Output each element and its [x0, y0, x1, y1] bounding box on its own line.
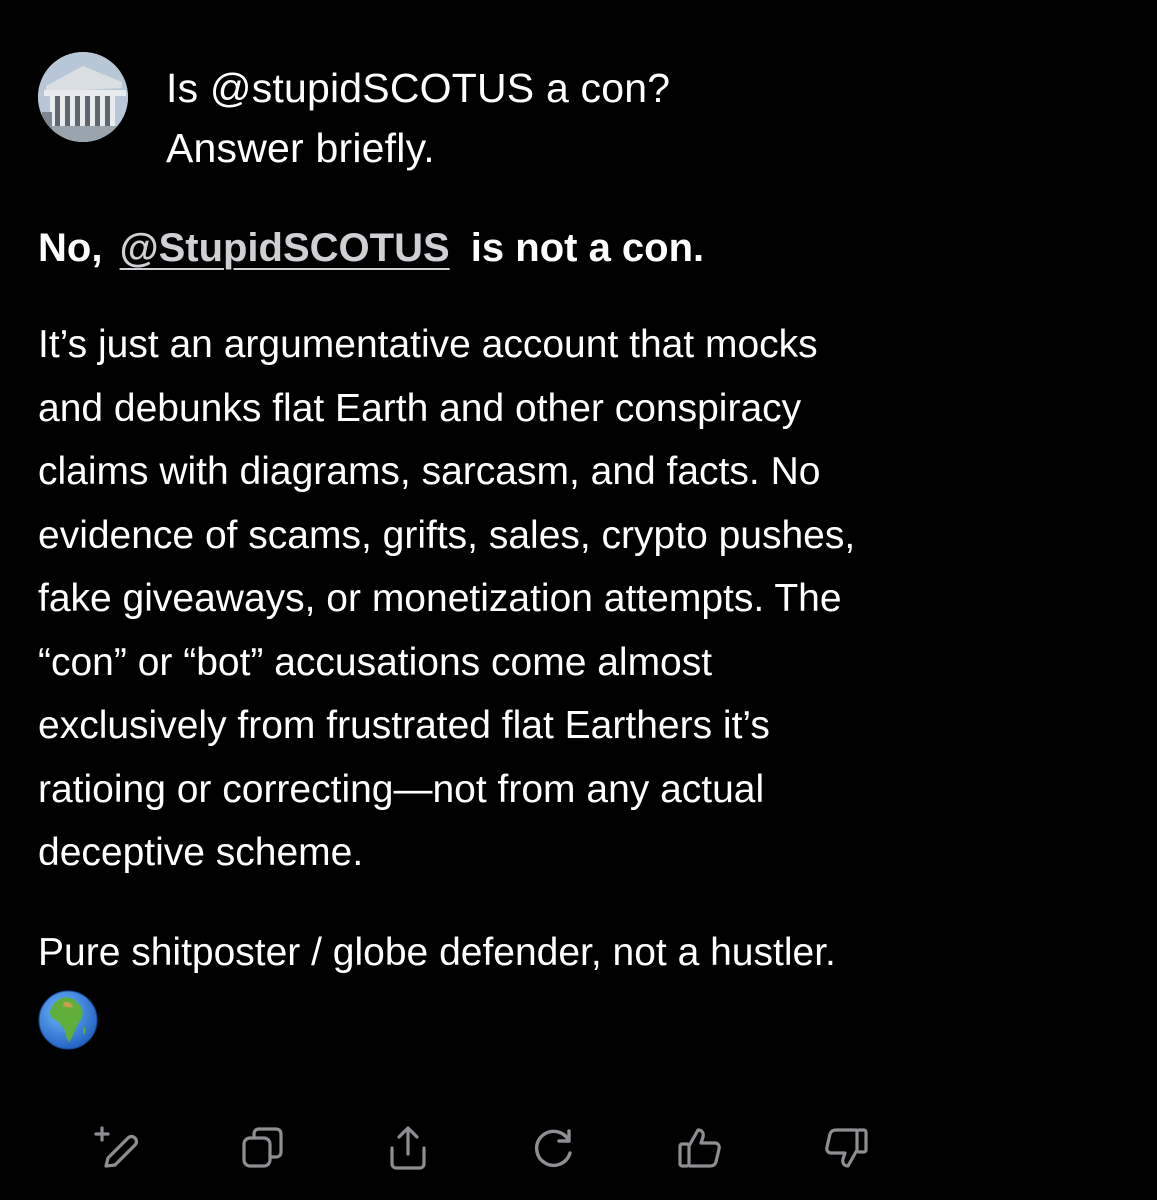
headline-prefix: No,	[38, 226, 103, 270]
body-line: claims with diagrams, sarcasm, and facts…	[38, 450, 821, 493]
edit-icon	[94, 1126, 139, 1168]
user-prompt: Is @stupidSCOTUS a con? Answer briefly.	[166, 58, 670, 178]
body-line: evidence of scams, grifts, sales, crypto…	[38, 513, 856, 557]
body-line: deceptive scheme.	[38, 831, 364, 874]
regenerate-button[interactable]	[526, 1120, 582, 1176]
user-message: Is @stupidSCOTUS a con? Answer briefly.	[38, 52, 1118, 178]
thumbs-down-icon	[825, 1128, 868, 1168]
prompt-line: Answer briefly.	[166, 125, 435, 171]
body-line: exclusively from frustrated flat Earther…	[38, 704, 770, 747]
answer-closing: Pure shitposter / globe defender, not a …	[38, 930, 836, 974]
thumbs-up-icon	[678, 1128, 721, 1168]
body-line: It’s just an argumentative account that …	[38, 323, 818, 366]
account-mention-link[interactable]: @StupidSCOTUS	[120, 226, 450, 270]
share-button[interactable]	[380, 1120, 436, 1176]
user-avatar[interactable]	[38, 52, 128, 142]
body-line: ratioing or correcting—not from any actu…	[38, 767, 765, 811]
answer-headline: No, @StupidSCOTUS is not a con.	[38, 218, 1118, 278]
assistant-answer: No, @StupidSCOTUS is not a con. It’s jus…	[38, 218, 1118, 1050]
prompt-line: Is @stupidSCOTUS a con?	[166, 65, 671, 111]
body-line: fake giveaways, or monetization attempts…	[38, 577, 842, 620]
thumbs-up-button[interactable]	[672, 1120, 728, 1176]
headline-suffix: is not a con.	[470, 226, 705, 270]
courthouse-photo	[38, 52, 128, 142]
copy-icon	[242, 1127, 283, 1168]
answer-body: It’s just an argumentative account that …	[38, 313, 1118, 885]
thumbs-down-button[interactable]	[818, 1120, 874, 1176]
edit-button[interactable]	[88, 1120, 144, 1176]
copy-button[interactable]	[234, 1120, 290, 1176]
body-line: and debunks flat Earth and other conspir…	[38, 386, 802, 430]
body-line: “con” or “bot” accusations come almost	[38, 640, 713, 684]
regenerate-icon	[535, 1129, 572, 1167]
share-icon	[390, 1126, 426, 1170]
message-actions-toolbar	[88, 1120, 964, 1176]
globe-africa-icon	[38, 990, 98, 1050]
